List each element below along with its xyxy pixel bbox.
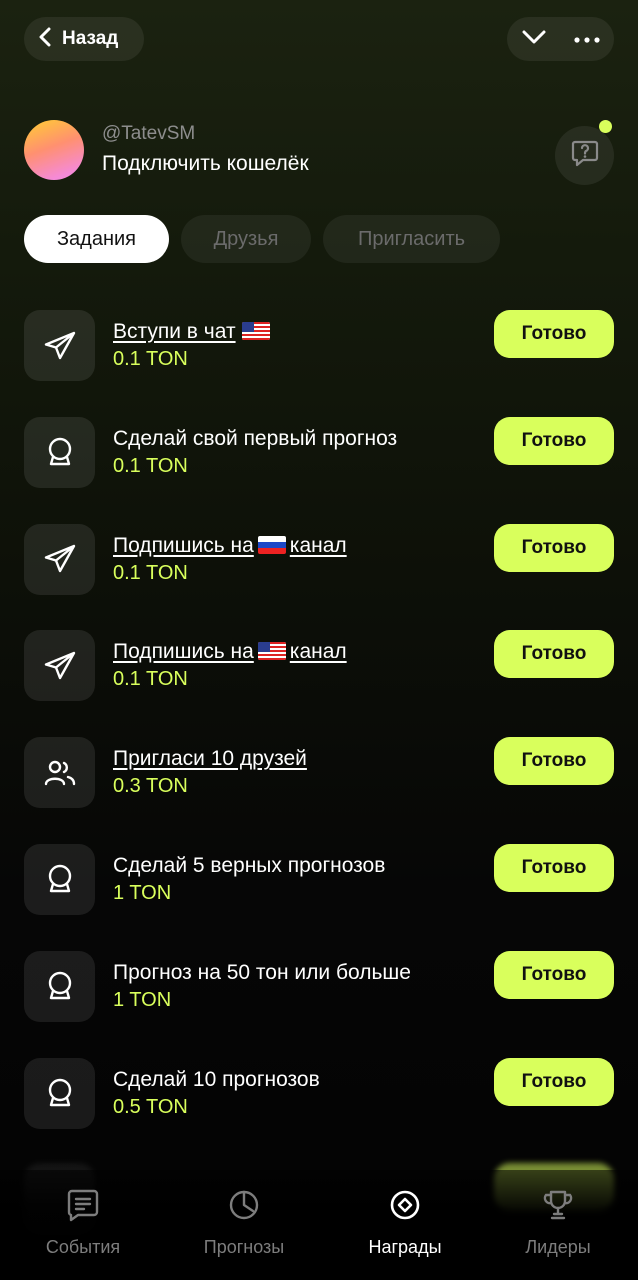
task-title-text: канал — [289, 640, 347, 664]
chevron-left-icon — [38, 27, 52, 52]
task-title[interactable]: Вступи в чат — [113, 320, 270, 344]
task-reward: 0.1 TON — [113, 561, 188, 584]
list-item: Сделай свой первый прогноз 0.1 TON Готов… — [24, 416, 614, 489]
us-flag-icon — [257, 642, 286, 661]
tab-friends[interactable]: Друзья — [181, 215, 311, 263]
task-reward: 1 TON — [113, 988, 172, 1011]
message-list-icon — [3, 1188, 163, 1224]
chevron-down-icon — [522, 30, 546, 49]
us-flag-icon — [241, 322, 270, 340]
task-title[interactable]: Подпишись на канал — [113, 534, 347, 558]
list-item: Прогноз на 50 тон или больше 1 TON Готов… — [24, 950, 614, 1023]
list-item: Подпишись на канал 0.1 TON Готово — [24, 523, 614, 596]
done-button[interactable]: Готово — [494, 310, 614, 358]
telegram-icon — [24, 523, 95, 595]
task-reward: 0.5 TON — [113, 1095, 188, 1118]
task-title-text: Вступи в чат — [113, 320, 236, 343]
done-button[interactable]: Готово — [494, 1057, 614, 1106]
more-button[interactable] — [560, 17, 613, 61]
task-list: Вступи в чат 0.1 TON Готово Сделай свой … — [24, 310, 614, 1164]
task-title: Прогноз на 50 тон или больше — [113, 960, 411, 984]
task-reward: 1 TON — [113, 881, 172, 904]
bottom-nav: События Прогнозы Награды Лидеры — [0, 1170, 638, 1280]
users-icon — [24, 737, 95, 809]
more-dots-icon — [573, 30, 600, 48]
telegram-icon — [24, 630, 95, 702]
question-bubble-icon — [570, 138, 600, 173]
nav-leaders[interactable]: Лидеры — [478, 1170, 638, 1270]
task-title[interactable]: Пригласи 10 друзей — [113, 747, 307, 771]
connect-wallet-link[interactable]: Подключить кошелёк — [102, 152, 309, 176]
reward-icon — [325, 1188, 485, 1224]
trophy-icon — [478, 1188, 638, 1224]
done-button[interactable]: Готово — [494, 843, 614, 892]
ru-flag-icon — [257, 535, 286, 554]
notification-dot — [599, 120, 612, 133]
nav-label: Лидеры — [525, 1237, 591, 1257]
task-title[interactable]: Подпишись на канал — [113, 640, 347, 664]
header-actions — [507, 17, 614, 61]
task-reward: 0.1 TON — [113, 348, 188, 370]
crystal-ball-icon — [24, 1057, 95, 1129]
crystal-ball-icon — [24, 950, 95, 1022]
list-item: Пригласи 10 друзей 0.3 TON Готово — [24, 737, 614, 809]
collapse-button[interactable] — [507, 17, 560, 61]
list-item: Сделай 10 прогнозов 0.5 TON Готово — [24, 1057, 614, 1130]
task-title: Сделай 5 верных прогнозов — [113, 853, 386, 877]
nav-events[interactable]: События — [3, 1170, 163, 1270]
list-item: Сделай 5 верных прогнозов 1 TON Готово — [24, 843, 614, 916]
profile-section: @TatevSM Подключить кошелёк — [24, 120, 614, 185]
list-item: Подпишись на канал 0.1 TON Готово — [24, 630, 614, 702]
help-button[interactable] — [555, 126, 614, 185]
nav-label: Награды — [368, 1237, 442, 1257]
task-reward: 0.3 TON — [113, 775, 188, 798]
back-button[interactable]: Назад — [24, 17, 144, 61]
telegram-icon — [24, 310, 95, 381]
crystal-ball-icon — [24, 416, 95, 488]
nav-label: События — [45, 1237, 121, 1257]
task-title-text: Подпишись на — [113, 533, 254, 557]
done-button[interactable]: Готово — [494, 630, 614, 679]
top-bar: Назад — [0, 0, 638, 80]
task-reward: 0.1 TON — [113, 454, 188, 477]
tab-bar: Задания Друзья Пригласить — [24, 215, 500, 263]
task-title: Сделай свой первый прогноз — [113, 426, 398, 450]
clock-icon — [164, 1188, 324, 1224]
back-label: Назад — [62, 28, 119, 49]
username: @TatevSM — [102, 123, 196, 144]
task-title-text: Подпишись на — [113, 640, 254, 664]
task-title: Сделай 10 прогнозов — [113, 1067, 320, 1091]
nav-label: Прогнозы — [203, 1237, 285, 1257]
done-button[interactable]: Готово — [494, 737, 614, 786]
task-reward: 0.1 TON — [113, 668, 188, 691]
avatar[interactable] — [24, 120, 84, 180]
list-item: Вступи в чат 0.1 TON Готово — [24, 310, 614, 382]
task-title-text: канал — [289, 533, 347, 557]
done-button[interactable]: Готово — [494, 523, 614, 572]
tab-tasks[interactable]: Задания — [24, 215, 169, 263]
tab-invite[interactable]: Пригласить — [323, 215, 500, 263]
crystal-ball-icon — [24, 843, 95, 915]
done-button[interactable]: Готово — [494, 950, 614, 999]
nav-rewards[interactable]: Награды — [325, 1170, 485, 1270]
done-button[interactable]: Готово — [494, 416, 614, 465]
nav-predictions[interactable]: Прогнозы — [164, 1170, 324, 1270]
